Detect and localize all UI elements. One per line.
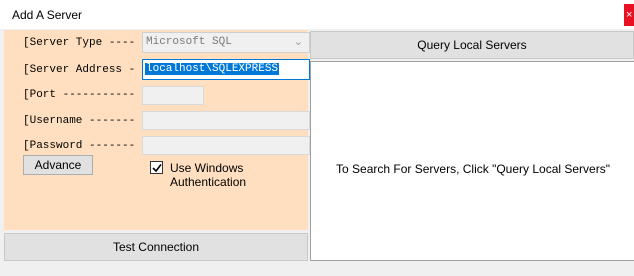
password-input[interactable]: [142, 136, 310, 155]
advance-button[interactable]: Advance: [23, 155, 93, 175]
server-type-label: [Server Type ----: [23, 37, 136, 49]
server-address-input[interactable]: localhost\SQLEXPRESS: [142, 59, 310, 80]
server-type-value: Microsoft SQL: [146, 36, 232, 48]
username-label: [Username -------: [23, 115, 136, 127]
server-address-label: [Server Address -: [23, 64, 136, 76]
checkmark-icon: [152, 164, 162, 173]
server-type-select[interactable]: Microsoft SQL ⌄: [142, 32, 310, 53]
query-local-servers-button[interactable]: Query Local Servers: [310, 31, 634, 59]
add-server-window: Add A Server × [Server Type ---- Microso…: [0, 0, 634, 276]
test-connection-button[interactable]: Test Connection: [4, 233, 308, 261]
username-input[interactable]: [142, 111, 310, 130]
windows-auth-checkbox[interactable]: [150, 161, 163, 174]
title-bar: Add A Server ×: [0, 0, 634, 29]
chevron-down-icon[interactable]: ⌄: [294, 35, 303, 49]
results-placeholder-message: To Search For Servers, Click "Query Loca…: [336, 162, 610, 176]
port-label: [Port -----------: [23, 89, 136, 101]
connection-form-panel: [Server Type ---- Microsoft SQL ⌄ [Serve…: [4, 30, 310, 230]
password-label: [Password -------: [23, 140, 136, 152]
windows-auth-label[interactable]: Use Windows Authentication: [170, 161, 308, 189]
close-button[interactable]: ×: [624, 4, 634, 26]
server-results-list[interactable]: To Search For Servers, Click "Query Loca…: [310, 61, 634, 261]
server-address-value: localhost\SQLEXPRESS: [145, 63, 280, 75]
port-input[interactable]: [142, 86, 204, 105]
window-title: Add A Server: [12, 8, 83, 22]
